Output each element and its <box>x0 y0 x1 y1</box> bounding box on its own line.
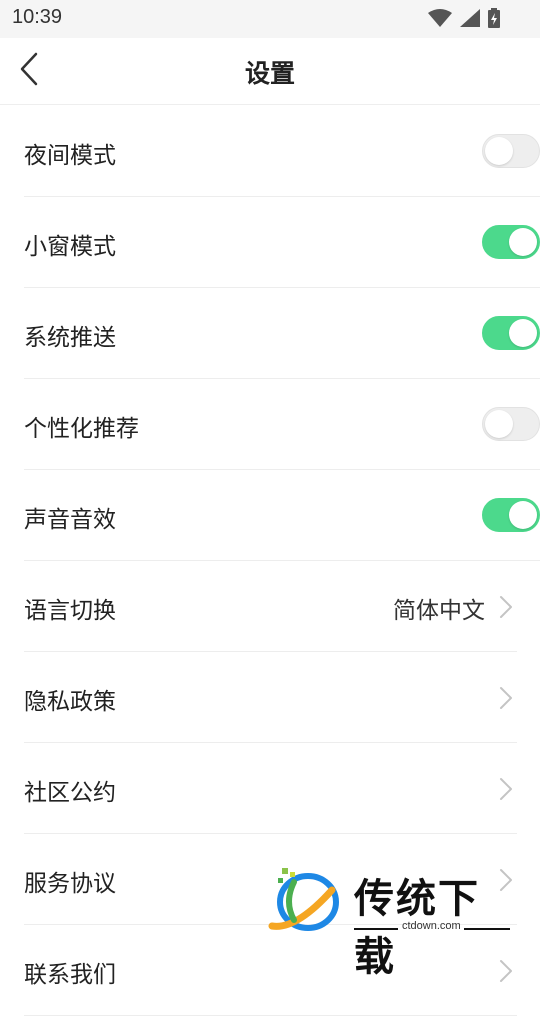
watermark-line-left <box>354 928 398 930</box>
settings-row-label: 语言切换 <box>24 598 116 624</box>
settings-row-label: 隐私政策 <box>24 689 116 715</box>
status-time: 10:39 <box>12 6 63 28</box>
watermark-domain: ctdown.com <box>402 920 461 932</box>
battery-charging-icon <box>488 8 500 28</box>
toggle-knob <box>509 319 537 347</box>
settings-row-label: 小窗模式 <box>24 234 116 260</box>
toggle-knob <box>485 137 513 165</box>
settings-row[interactable]: 声音音效 <box>24 470 540 561</box>
settings-row[interactable]: 社区公约 <box>24 743 517 834</box>
settings-row[interactable]: 夜间模式 <box>24 106 540 197</box>
watermark-emblem <box>268 868 339 931</box>
settings-row-label: 联系我们 <box>24 962 116 988</box>
settings-row-label: 社区公约 <box>24 780 116 806</box>
signal-icon <box>460 9 480 27</box>
settings-row-label: 系统推送 <box>24 325 116 351</box>
toggle-knob <box>485 410 513 438</box>
settings-row-label: 服务协议 <box>24 871 116 897</box>
chevron-right-icon <box>500 778 512 800</box>
settings-row[interactable]: 语言切换 简体中文 <box>24 561 517 652</box>
settings-row-label: 声音音效 <box>24 507 116 533</box>
settings-row[interactable]: 小窗模式 <box>24 197 540 288</box>
nav-bar: 设置 <box>0 38 540 105</box>
settings-row-label: 个性化推荐 <box>24 416 139 442</box>
page-title: 设置 <box>244 59 295 88</box>
watermark-line-right <box>464 928 510 930</box>
settings-row-value: 简体中文 <box>393 598 485 624</box>
chevron-right-icon <box>500 596 512 618</box>
status-icons <box>428 7 500 29</box>
toggle-knob <box>509 228 537 256</box>
watermark-logo: 传统下载 ctdown.com <box>266 862 516 980</box>
settings-row[interactable]: 隐私政策 <box>24 652 517 743</box>
toggle-switch[interactable] <box>482 316 540 350</box>
wifi-icon <box>428 9 452 27</box>
settings-row-label: 夜间模式 <box>24 143 116 169</box>
toggle-switch[interactable] <box>482 134 540 168</box>
toggle-switch[interactable] <box>482 498 540 532</box>
settings-row[interactable]: 个性化推荐 <box>24 379 540 470</box>
toggle-knob <box>509 501 537 529</box>
chevron-right-icon <box>500 687 512 709</box>
settings-row[interactable]: 系统推送 <box>24 288 540 379</box>
toggle-switch[interactable] <box>482 225 540 259</box>
toggle-switch[interactable] <box>482 407 540 441</box>
status-bar: 10:39 <box>0 0 540 38</box>
